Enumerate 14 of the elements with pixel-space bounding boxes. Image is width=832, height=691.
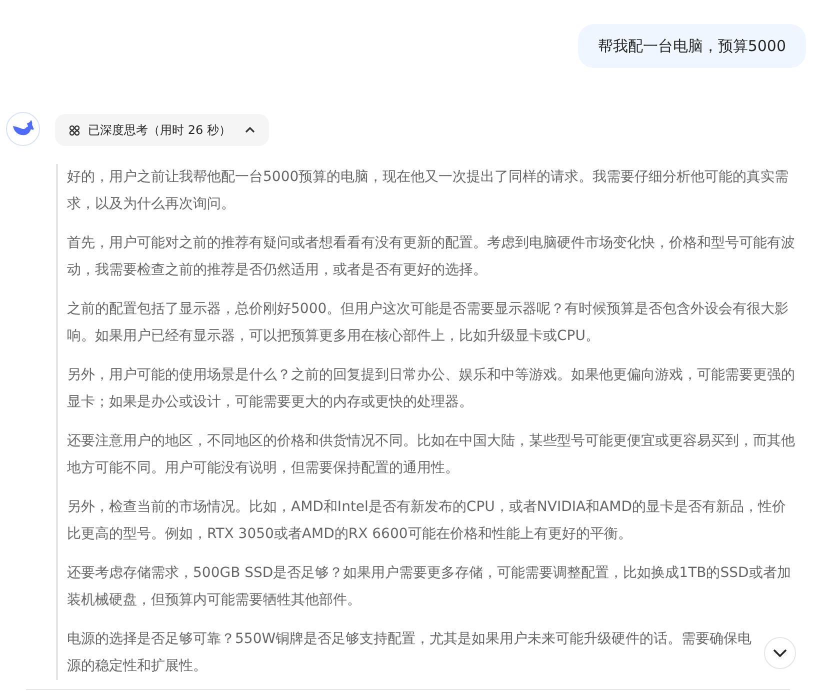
- thinking-paragraph: 另外，检查当前的市场情况。比如，AMD和Intel是否有新发布的CPU，或者NVIDIA和AMD的显卡是否有新品，性价比更高的型号。例如，RTX 3050或者AMD的RX 6600可能在价格和性能上有更好的平衡。: [67, 498, 787, 544]
- thinking-paragraph: 还要考虑存储需求，500GB SSD是否足够？如果用户需要更多存储，可能需要调整配置，比如换成1TB的SSD或者加装机械硬盘，但预算内可能需要牺牲其他部件。: [67, 564, 792, 610]
- thinking-paragraph: 另外，用户可能的使用场景是什么？之前的回复提到日常办公、娱乐和中等游戏。如果他更偏向游戏，可能需要更强的显卡；如果是办公或设计，可能需要更大的内存或更快的处理器。: [67, 366, 796, 412]
- thinking-paragraph: 好的，用户之前让我帮他配一台5000预算的电脑，现在他又一次提出了同样的请求。我需要仔细分析他可能的真实需求，以及为什么再次询问。: [67, 168, 790, 214]
- scroll-down-button[interactable]: [764, 637, 796, 669]
- thinking-paragraph: 电源的选择是否足够可靠？550W铜牌是否足够支持配置，尤其是如果用户未来可能升级硬件的话。需要确保电源的稳定性和扩展性。: [67, 630, 753, 676]
- whale-logo-icon: [6, 112, 40, 146]
- thinking-paragraph: 首先，用户可能对之前的推荐有疑问或者想看看有没有更新的配置。考虑到电脑硬件市场变化快，价格和型号可能有波动，我需要检查之前的推荐是否仍然适用，或者是否有更好的选择。: [67, 234, 796, 280]
- thinking-paragraph: 之前的配置包括了显示器，总价刚好5000。但用户这次可能是否需要显示器呢？有时候预算是否包含外设会有很大影响。如果用户已经有显示器，可以把预算更多用在核心部件上，比如升级显卡或CPU。: [67, 300, 790, 346]
- thinking-paragraph: 还要注意用户的地区，不同地区的价格和供货情况不同。比如在中国大陆，某些型号可能更便宜或更容易买到，而其他地方可能不同。用户可能没有说明，但需要保持配置的通用性。: [67, 432, 796, 478]
- thinking-toggle[interactable]: 已深度思考（用时 26 秒）: [55, 114, 269, 146]
- user-message: 帮我配一台电脑，预算5000: [578, 24, 806, 68]
- caret-icon: [244, 127, 255, 133]
- chevron-down-icon: [773, 649, 787, 657]
